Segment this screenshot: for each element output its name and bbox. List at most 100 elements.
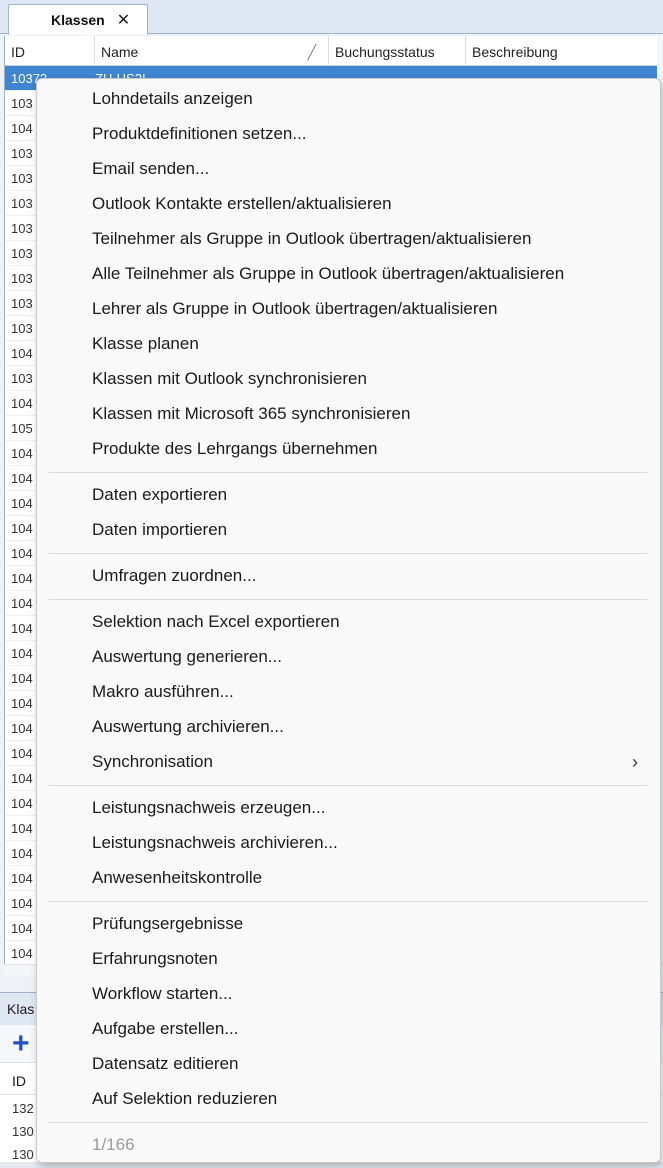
menu-item-klassen-mit-microsoft-365-synchronisieren[interactable]: Klassen mit Microsoft 365 synchronisiere… xyxy=(37,397,660,431)
menu-item-auf-selektion-reduzieren[interactable]: Auf Selektion reduzieren xyxy=(37,1082,660,1116)
menu-item-label: Teilnehmer als Gruppe in Outlook übertra… xyxy=(92,229,532,248)
add-icon[interactable]: + xyxy=(12,1029,30,1059)
cell-id: 104 xyxy=(11,921,33,936)
menu-separator xyxy=(49,901,647,902)
cell-id: 104 xyxy=(11,871,33,886)
menu-item-auswertung-generieren[interactable]: Auswertung generieren... xyxy=(37,640,660,674)
menu-separator xyxy=(49,472,647,473)
cell-id: 104 xyxy=(11,771,33,786)
menu-item-erfahrungsnoten[interactable]: Erfahrungsnoten xyxy=(37,942,660,976)
chevron-right-icon: › xyxy=(632,752,638,772)
menu-item-lohndetails-anzeigen[interactable]: Lohndetails anzeigen xyxy=(37,82,660,116)
cell-id: 104 xyxy=(11,546,33,561)
cell-id: 103 xyxy=(11,246,33,261)
menu-item-alle-teilnehmer-als-gruppe-in-outlook-übertragen-aktualisieren[interactable]: Alle Teilnehmer als Gruppe in Outlook üb… xyxy=(37,257,660,291)
cell-id: 104 xyxy=(11,821,33,836)
menu-item-label: Produkte des Lehrgangs übernehmen xyxy=(92,439,378,458)
cell-id: 103 xyxy=(11,296,33,311)
cell-id: 104 xyxy=(11,846,33,861)
menu-item-label: Prüfungsergebnisse xyxy=(92,914,244,933)
cell-id: 104 xyxy=(11,946,33,961)
menu-item-label: Synchronisation xyxy=(92,752,213,771)
tab-strip: Klassen ✕ xyxy=(0,0,663,35)
menu-item-produktdefinitionen-setzen[interactable]: Produktdefinitionen setzen... xyxy=(37,117,660,151)
menu-item-label: Leistungsnachweis erzeugen... xyxy=(92,798,326,817)
cell-id: 104 xyxy=(11,346,33,361)
menu-item-label: Lehrer als Gruppe in Outlook übertragen/… xyxy=(92,299,498,318)
menu-item-label: Klasse planen xyxy=(92,334,199,353)
grid-header: ID Name ╱ Buchungsstatus Beschreibung xyxy=(5,36,663,66)
menu-item-label: Makro ausführen... xyxy=(92,682,234,701)
menu-item-daten-importieren[interactable]: Daten importieren xyxy=(37,513,660,547)
menu-item-label: Produktdefinitionen setzen... xyxy=(92,124,307,143)
menu-item-lehrer-als-gruppe-in-outlook-übertragen-aktualisieren[interactable]: Lehrer als Gruppe in Outlook übertragen/… xyxy=(37,292,660,326)
menu-item-daten-exportieren[interactable]: Daten exportieren xyxy=(37,478,660,512)
menu-item-datensatz-editieren[interactable]: Datensatz editieren xyxy=(37,1047,660,1081)
menu-item-label: Datensatz editieren xyxy=(92,1054,239,1073)
cell-id: 104 xyxy=(11,721,33,736)
cell-id: 103 xyxy=(11,171,33,186)
menu-item-klasse-planen[interactable]: Klasse planen xyxy=(37,327,660,361)
menu-item-produkte-des-lehrgangs-übernehmen[interactable]: Produkte des Lehrgangs übernehmen xyxy=(37,432,660,466)
menu-item-label: Daten importieren xyxy=(92,520,228,539)
menu-item-label: Workflow starten... xyxy=(92,984,233,1003)
column-header-name[interactable]: Name ╱ xyxy=(95,36,329,66)
menu-item-label: Erfahrungsnoten xyxy=(92,949,218,968)
cell-id: 105 xyxy=(11,421,33,436)
cell-id: 103 xyxy=(11,96,33,111)
menu-separator xyxy=(49,1122,647,1123)
menu-item-label: Lohndetails anzeigen xyxy=(92,89,253,108)
menu-item-label: Alle Teilnehmer als Gruppe in Outlook üb… xyxy=(92,264,565,283)
menu-item-outlook-kontakte-erstellen-aktualisieren[interactable]: Outlook Kontakte erstellen/aktualisieren xyxy=(37,187,660,221)
cell-id: 103 xyxy=(11,321,33,336)
tab-label: Klassen xyxy=(51,12,105,28)
menu-item-label: Anwesenheitskontrolle xyxy=(92,868,263,887)
column-header-name-label: Name xyxy=(101,44,139,60)
context-menu: Lohndetails anzeigen Produktdefinitionen … xyxy=(36,78,661,1163)
menu-item-umfragen-zuordnen[interactable]: Umfragen zuordnen... xyxy=(37,559,660,593)
menu-item-label: Leistungsnachweis archivieren... xyxy=(92,833,338,852)
cell-id: 103 xyxy=(11,146,33,161)
cell-id: 104 xyxy=(11,596,33,611)
menu-item-label: Daten exportieren xyxy=(92,485,228,504)
cell-id: 104 xyxy=(11,696,33,711)
menu-item-anwesenheitskontrolle[interactable]: Anwesenheitskontrolle xyxy=(37,861,660,895)
cell-id: 104 xyxy=(11,796,33,811)
menu-item-label: Auf Selektion reduzieren xyxy=(92,1089,278,1108)
menu-item-teilnehmer-als-gruppe-in-outlook-übertragen-aktualisieren[interactable]: Teilnehmer als Gruppe in Outlook übertra… xyxy=(37,222,660,256)
menu-item-prüfungsergebnisse[interactable]: Prüfungsergebnisse xyxy=(37,907,660,941)
cell-id: 104 xyxy=(11,571,33,586)
menu-item-aufgabe-erstellen[interactable]: Aufgabe erstellen... xyxy=(37,1012,660,1046)
cell-id: 103 xyxy=(11,221,33,236)
cell-id: 104 xyxy=(11,471,33,486)
menu-item-workflow-starten[interactable]: Workflow starten... xyxy=(37,977,660,1011)
menu-item-makro-ausführen[interactable]: Makro ausführen... xyxy=(37,675,660,709)
menu-item-label: Umfragen zuordnen... xyxy=(92,566,257,585)
menu-separator xyxy=(49,599,647,600)
menu-item-leistungsnachweis-erzeugen[interactable]: Leistungsnachweis erzeugen... xyxy=(37,791,660,825)
menu-item-label: Auswertung archivieren... xyxy=(92,717,284,736)
menu-item-synchronisation[interactable]: Synchronisation › xyxy=(37,745,660,779)
close-icon[interactable]: ✕ xyxy=(117,10,130,30)
cell-id: 104 xyxy=(11,396,33,411)
tab-klassen[interactable]: Klassen ✕ xyxy=(8,4,148,35)
menu-item-selektion-nach-excel-exportieren[interactable]: Selektion nach Excel exportieren xyxy=(37,605,660,639)
menu-separator xyxy=(49,553,647,554)
menu-item-label: Outlook Kontakte erstellen/aktualisieren xyxy=(92,194,392,213)
column-header-status[interactable]: Buchungsstatus xyxy=(329,36,466,66)
menu-item-label: Email senden... xyxy=(92,159,210,178)
menu-item-leistungsnachweis-archivieren[interactable]: Leistungsnachweis archivieren... xyxy=(37,826,660,860)
cell-id: 104 xyxy=(11,521,33,536)
cell-id: 104 xyxy=(11,746,33,761)
menu-item-email-senden[interactable]: Email senden... xyxy=(37,152,660,186)
record-counter: 1/166 xyxy=(37,1128,660,1162)
cell-id: 104 xyxy=(11,446,33,461)
column-header-description[interactable]: Beschreibung xyxy=(466,36,663,66)
cell-id: 103 xyxy=(11,271,33,286)
menu-separator xyxy=(49,785,647,786)
menu-item-auswertung-archivieren[interactable]: Auswertung archivieren... xyxy=(37,710,660,744)
menu-item-label: Klassen mit Outlook synchronisieren xyxy=(92,369,367,388)
cell-id: 104 xyxy=(11,496,33,511)
menu-item-klassen-mit-outlook-synchronisieren[interactable]: Klassen mit Outlook synchronisieren xyxy=(37,362,660,396)
column-header-id[interactable]: ID xyxy=(5,36,95,66)
